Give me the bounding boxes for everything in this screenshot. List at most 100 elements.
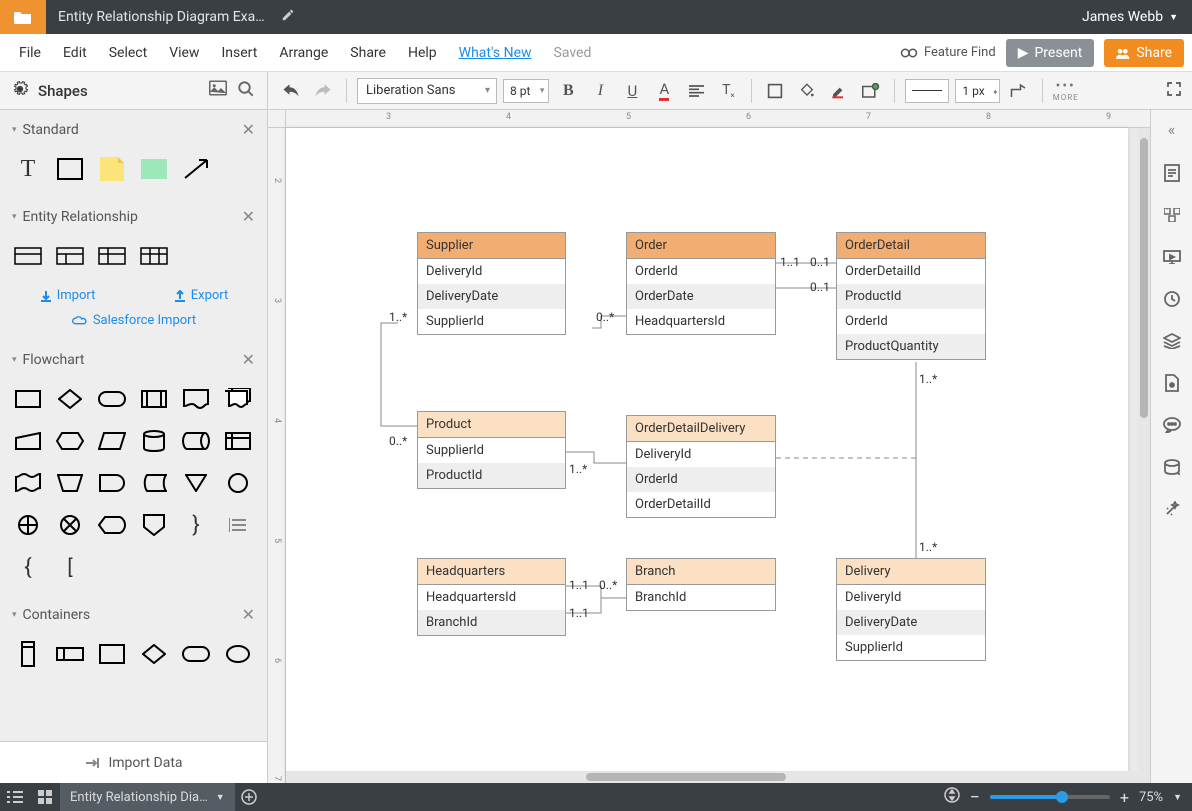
font-family-select[interactable]: Liberation Sans: [357, 78, 497, 104]
entity-product[interactable]: Product SupplierId ProductId: [417, 411, 566, 489]
salesforce-import-link[interactable]: Salesforce Import: [0, 313, 267, 340]
fc-note[interactable]: [224, 511, 252, 539]
fc-terminator[interactable]: [98, 385, 126, 413]
line-style-select[interactable]: [905, 79, 949, 103]
whats-new-link[interactable]: What's New: [448, 45, 543, 61]
fc-stored[interactable]: [140, 469, 168, 497]
entity-branch[interactable]: Branch BranchId: [626, 558, 776, 611]
fc-multidoc[interactable]: [224, 385, 252, 413]
add-page-button[interactable]: [235, 789, 263, 805]
entity-field[interactable]: DeliveryId: [627, 442, 775, 467]
grid-view-icon[interactable]: [30, 790, 60, 804]
entity-field[interactable]: OrderDetailId: [837, 259, 985, 284]
folder-icon[interactable]: [0, 0, 46, 34]
entity-field[interactable]: DeliveryDate: [418, 284, 565, 309]
category-er[interactable]: Entity Relationship✕: [0, 197, 267, 236]
er-export-link[interactable]: Export: [173, 288, 229, 303]
close-icon[interactable]: ✕: [242, 207, 255, 226]
menu-file[interactable]: File: [8, 45, 52, 61]
image-icon[interactable]: [209, 80, 227, 102]
entity-field[interactable]: OrderId: [837, 309, 985, 334]
zoom-level[interactable]: 75%: [1139, 790, 1163, 805]
canvas[interactable]: 3 4 5 6 7 8 9 2 3 4 5 6 7: [268, 110, 1150, 783]
fc-rect[interactable]: [14, 385, 42, 413]
fc-display[interactable]: [98, 511, 126, 539]
entity-field[interactable]: HeadquartersId: [627, 309, 775, 334]
italic-icon[interactable]: I: [587, 78, 613, 104]
entity-field[interactable]: DeliveryId: [418, 259, 565, 284]
doc-icon[interactable]: [1160, 371, 1184, 395]
text-shape[interactable]: T: [14, 155, 42, 183]
menu-view[interactable]: View: [158, 45, 210, 61]
fullscreen-icon[interactable]: [1166, 81, 1182, 101]
fc-database[interactable]: [140, 427, 168, 455]
close-icon[interactable]: ✕: [242, 350, 255, 369]
menu-share[interactable]: Share: [339, 45, 397, 61]
fc-predef[interactable]: [140, 385, 168, 413]
cont-2[interactable]: [56, 640, 84, 668]
fc-diamond[interactable]: [56, 385, 84, 413]
fc-direct[interactable]: [182, 427, 210, 455]
arrow-shape[interactable]: [182, 155, 210, 183]
redo-icon[interactable]: [310, 78, 336, 104]
edit-title-icon[interactable]: [281, 8, 295, 26]
entity-order[interactable]: Order OrderId OrderDate HeadquartersId: [626, 232, 776, 335]
search-icon[interactable]: [237, 80, 255, 102]
entity-field[interactable]: ProductQuantity: [837, 334, 985, 359]
fc-internal[interactable]: [224, 427, 252, 455]
zoom-out-button[interactable]: −: [970, 787, 980, 808]
shape-options-icon[interactable]: [858, 78, 884, 104]
cont-4[interactable]: [140, 640, 168, 668]
entity-field[interactable]: BranchId: [418, 610, 565, 635]
fc-manual-input[interactable]: [14, 427, 42, 455]
comment-icon[interactable]: ”: [1160, 203, 1184, 227]
menu-help[interactable]: Help: [397, 45, 448, 61]
entity-hq[interactable]: Headquarters HeadquartersId BranchId: [417, 558, 566, 636]
fc-brace-r[interactable]: }: [182, 511, 210, 539]
border-color-icon[interactable]: [826, 78, 852, 104]
fill-icon[interactable]: [794, 78, 820, 104]
text-color-icon[interactable]: A: [651, 78, 677, 104]
fc-tape[interactable]: [14, 469, 42, 497]
fc-sum[interactable]: [56, 511, 84, 539]
share-button[interactable]: Share: [1104, 39, 1184, 67]
layers-icon[interactable]: [1160, 329, 1184, 353]
entity-delivery[interactable]: Delivery DeliveryId DeliveryDate Supplie…: [836, 558, 986, 661]
align-icon[interactable]: [683, 78, 709, 104]
fc-or[interactable]: [14, 511, 42, 539]
fc-offpage[interactable]: [140, 511, 168, 539]
entity-field[interactable]: BranchId: [627, 585, 775, 610]
history-icon[interactable]: [1160, 287, 1184, 311]
entity-field[interactable]: ProductId: [837, 284, 985, 309]
fc-bracket[interactable]: [: [56, 553, 84, 581]
list-view-icon[interactable]: [0, 791, 30, 803]
entity-field[interactable]: OrderDetailId: [627, 492, 775, 517]
cont-1[interactable]: [14, 640, 42, 668]
entity-orderdetail[interactable]: OrderDetail OrderDetailId ProductId Orde…: [836, 232, 986, 360]
autoscroll-icon[interactable]: [944, 787, 960, 807]
page-tab[interactable]: Entity Relationship Dia…▼: [60, 783, 235, 811]
entity-field[interactable]: DeliveryDate: [837, 610, 985, 635]
underline-icon[interactable]: U: [619, 78, 645, 104]
close-icon[interactable]: ✕: [242, 120, 255, 139]
diagram-page[interactable]: Supplier DeliveryId DeliveryDate Supplie…: [286, 128, 1128, 783]
fc-delay[interactable]: [98, 469, 126, 497]
menu-insert[interactable]: Insert: [210, 45, 268, 61]
menu-edit[interactable]: Edit: [52, 45, 98, 61]
entity-field[interactable]: SupplierId: [418, 309, 565, 334]
magic-icon[interactable]: [1160, 497, 1184, 521]
category-flowchart[interactable]: Flowchart✕: [0, 340, 267, 379]
er-shape-2[interactable]: [56, 242, 84, 270]
menu-select[interactable]: Select: [98, 45, 158, 61]
present-button[interactable]: ▶ Present: [1006, 39, 1095, 67]
category-containers[interactable]: Containers✕: [0, 595, 267, 634]
close-icon[interactable]: ✕: [242, 605, 255, 624]
bold-icon[interactable]: B: [555, 78, 581, 104]
rect-shape[interactable]: [56, 155, 84, 183]
feature-find[interactable]: Feature Find: [900, 45, 996, 60]
data-icon[interactable]: [1160, 455, 1184, 479]
chat-icon[interactable]: [1160, 413, 1184, 437]
clear-format-icon[interactable]: T×: [715, 78, 741, 104]
fc-connector[interactable]: [224, 469, 252, 497]
entity-field[interactable]: OrderId: [627, 467, 775, 492]
